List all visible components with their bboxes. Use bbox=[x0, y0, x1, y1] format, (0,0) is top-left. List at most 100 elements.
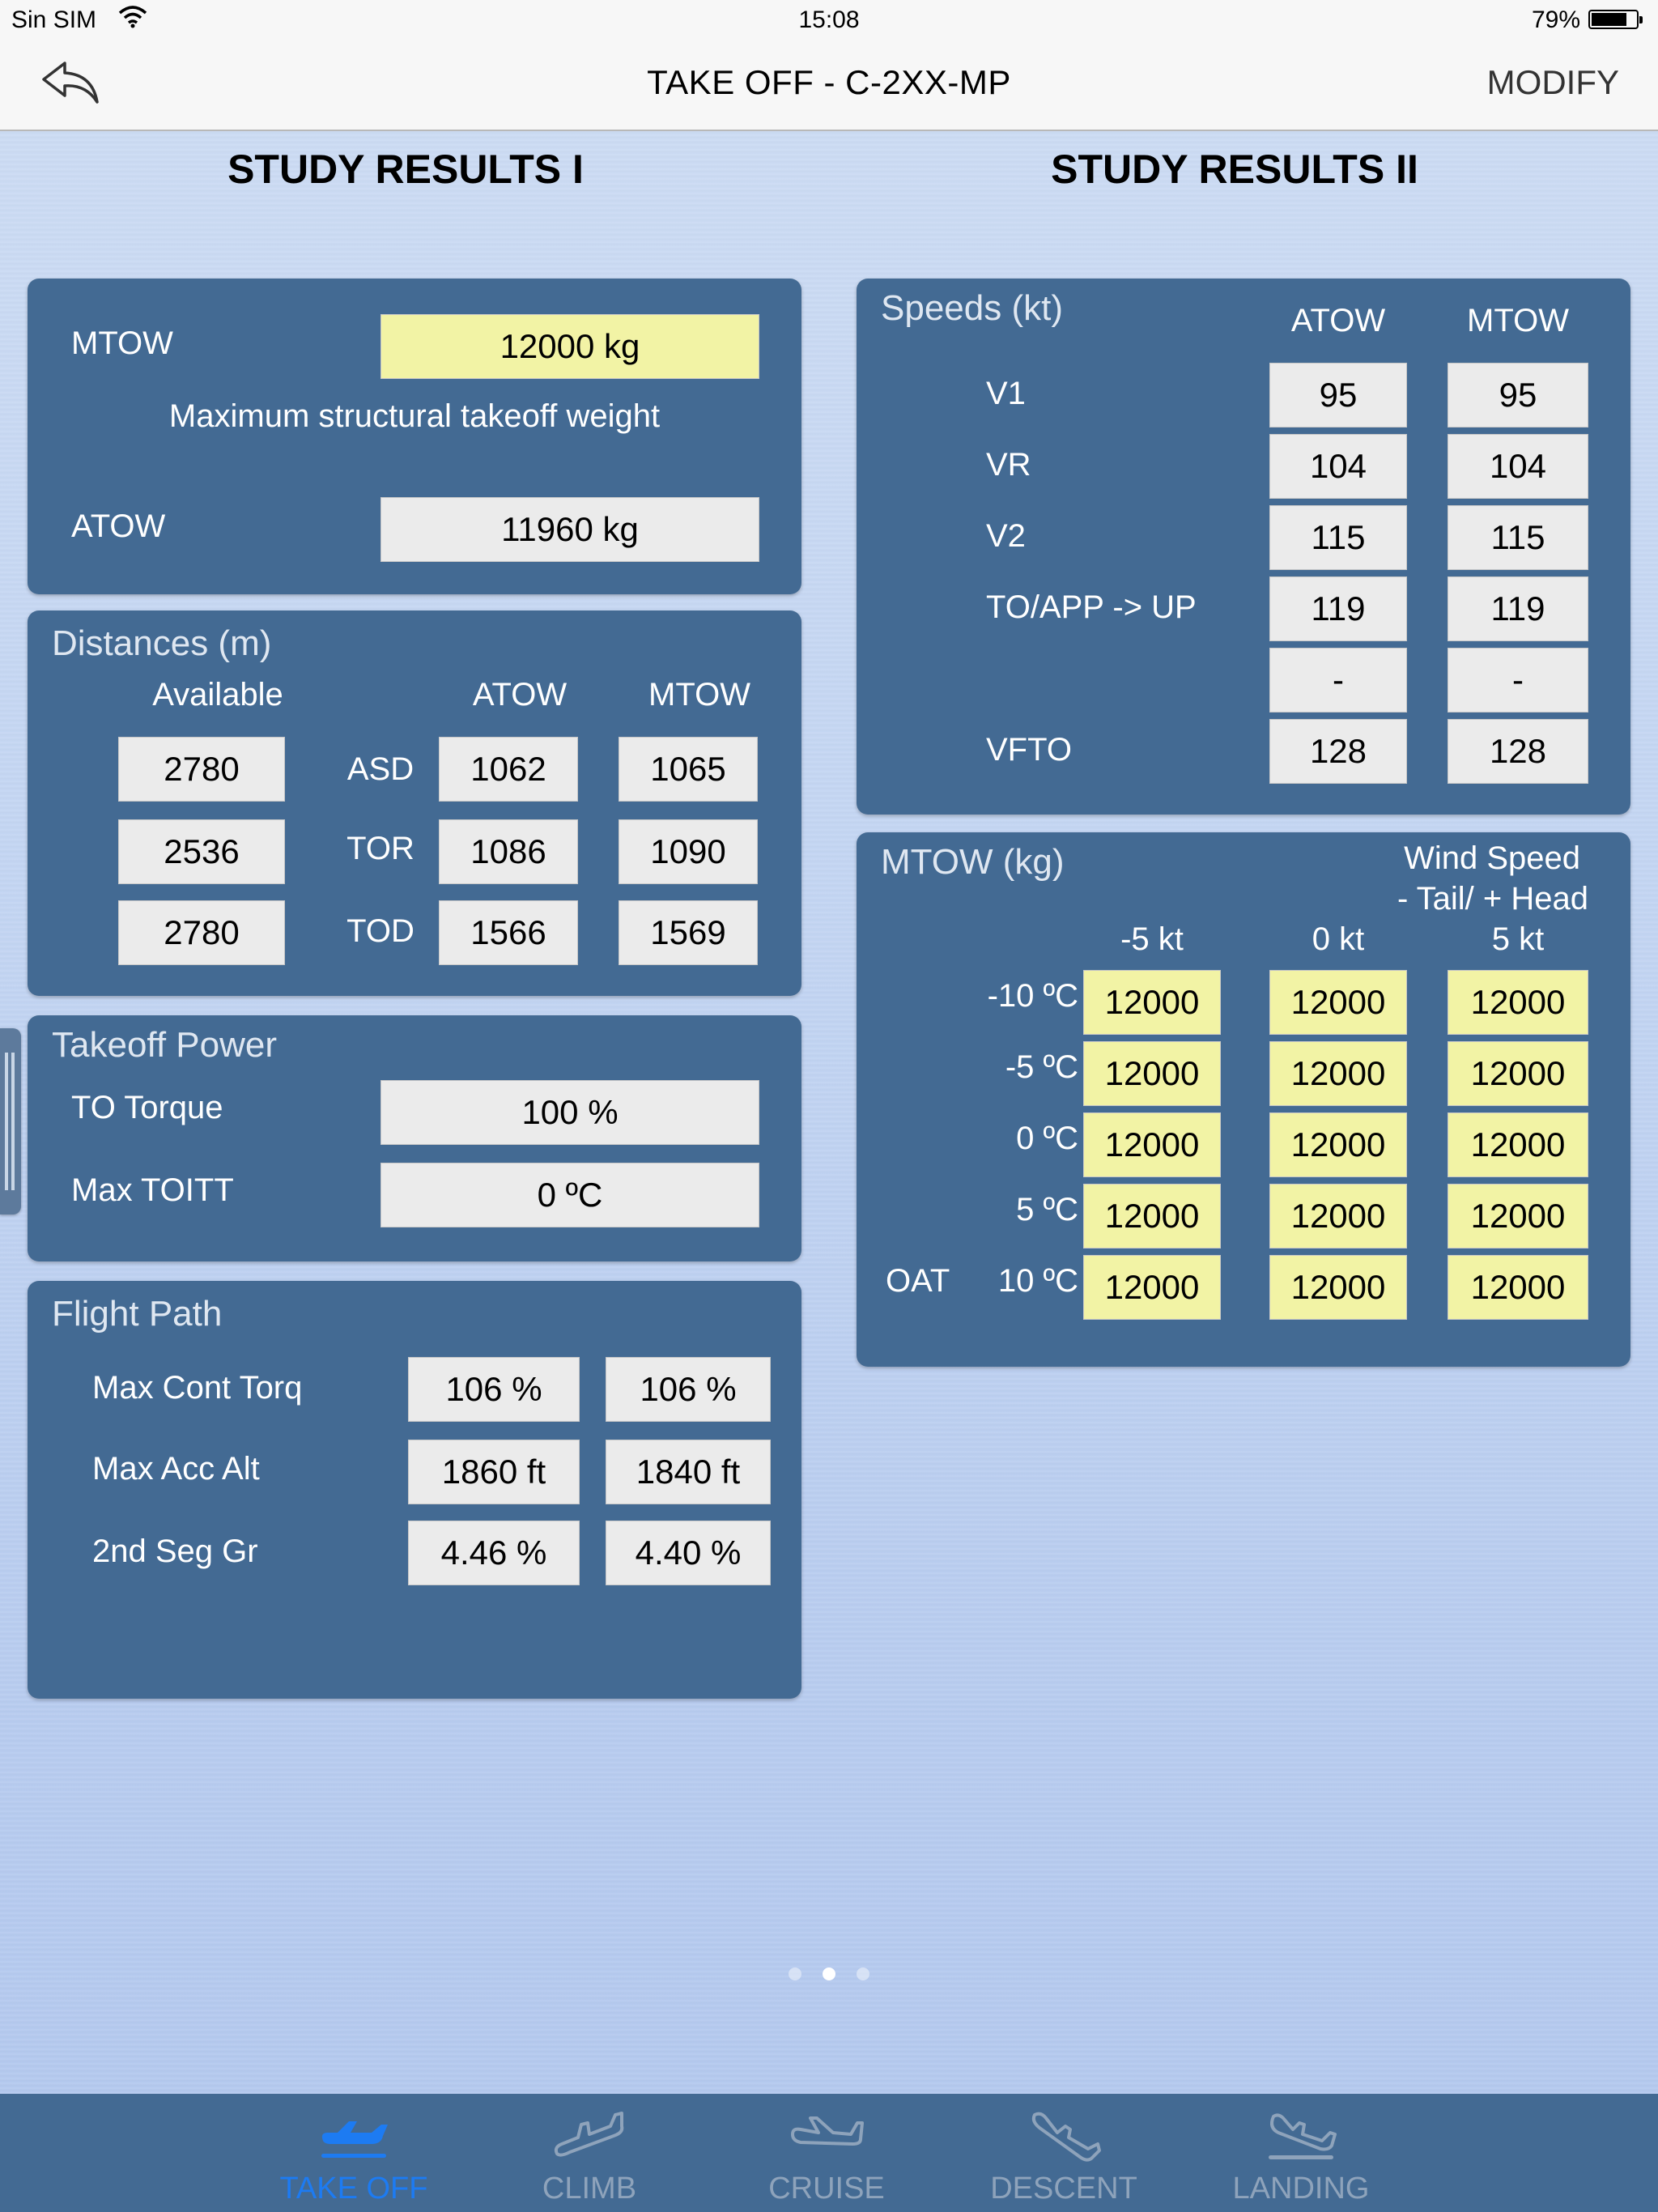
vfto-atow-value: 128 bbox=[1269, 719, 1407, 784]
tab-descent[interactable]: DESCENT bbox=[975, 2094, 1153, 2212]
page-indicator[interactable] bbox=[0, 1967, 1658, 1980]
blank-speed-atow-value: - bbox=[1269, 648, 1407, 713]
distances-panel: Distances (m) Available ATOW MTOW 2780 A… bbox=[28, 610, 801, 996]
max-cont-torq-label: Max Cont Torq bbox=[92, 1370, 303, 1406]
landing-icon bbox=[1269, 2113, 1337, 2159]
tab-label: LANDING bbox=[1232, 2172, 1370, 2206]
page-title: TAKE OFF - C-2XX-MP bbox=[647, 63, 1011, 101]
mtow-cell: 12000 bbox=[1083, 970, 1221, 1035]
clock: 15:08 bbox=[798, 6, 860, 33]
mtow-cell: 12000 bbox=[1269, 1041, 1407, 1106]
takeoff-power-panel: Takeoff Power TO Torque 100 % Max TOITT … bbox=[28, 1015, 801, 1261]
wind-5-header: 5 kt bbox=[1491, 921, 1545, 957]
flight-path-panel: Flight Path Max Cont Torq 106 % 106 % Ma… bbox=[28, 1281, 801, 1699]
mtow-cell: 12000 bbox=[1448, 970, 1588, 1035]
tab-cruise[interactable]: CRUISE bbox=[738, 2094, 916, 2212]
tod-available-value: 2780 bbox=[118, 900, 285, 965]
max-acc-alt-label: Max Acc Alt bbox=[92, 1451, 260, 1487]
mtow-table-title: MTOW (kg) bbox=[881, 842, 1065, 882]
page-dot[interactable] bbox=[857, 1967, 869, 1980]
mtow-cell: 12000 bbox=[1448, 1255, 1588, 1320]
to-app-up-atow-value: 119 bbox=[1269, 576, 1407, 641]
temp-label: -5 ºC bbox=[1005, 1049, 1078, 1085]
tor-available-value: 2536 bbox=[118, 819, 285, 884]
navigation-bar: TAKE OFF - C-2XX-MP MODIFY bbox=[0, 36, 1658, 131]
tab-label: TAKE OFF bbox=[279, 2172, 428, 2206]
mtow-cell: 12000 bbox=[1269, 1112, 1407, 1177]
wind-0-header: 0 kt bbox=[1312, 921, 1365, 957]
mtow-table-panel: MTOW (kg) Wind Speed - Tail/ + Head -5 k… bbox=[857, 832, 1630, 1367]
speeds-mtow-header: MTOW bbox=[1467, 303, 1569, 338]
mtow-value: 12000 kg bbox=[380, 314, 759, 379]
v1-atow-value: 95 bbox=[1269, 363, 1407, 428]
max-cont-torq-atow-value: 106 % bbox=[408, 1357, 580, 1422]
speeds-atow-header: ATOW bbox=[1290, 303, 1386, 338]
mtow-label: MTOW bbox=[71, 325, 173, 361]
descent-icon bbox=[1031, 2112, 1101, 2162]
mtow-description: Maximum structural takeoff weight bbox=[168, 398, 661, 434]
max-acc-alt-mtow-value: 1840 ft bbox=[606, 1440, 771, 1504]
page-dot[interactable] bbox=[823, 1967, 835, 1980]
flight-path-title: Flight Path bbox=[52, 1294, 223, 1334]
tab-landing[interactable]: LANDING bbox=[1212, 2094, 1390, 2212]
tod-label: TOD bbox=[346, 913, 414, 949]
climb-icon bbox=[554, 2112, 624, 2157]
tab-label: CRUISE bbox=[768, 2172, 885, 2206]
blank-speed-mtow-value: - bbox=[1448, 648, 1588, 713]
tod-atow-value: 1566 bbox=[439, 900, 578, 965]
tab-label: CLIMB bbox=[542, 2172, 637, 2206]
to-torque-value: 100 % bbox=[380, 1080, 759, 1145]
max-cont-torq-mtow-value: 106 % bbox=[606, 1357, 771, 1422]
battery-icon bbox=[1588, 10, 1643, 29]
wind-minus5-header: -5 kt bbox=[1120, 921, 1184, 957]
modify-button[interactable]: MODIFY bbox=[1487, 63, 1619, 102]
mtow-cell: 12000 bbox=[1448, 1112, 1588, 1177]
tod-mtow-value: 1569 bbox=[619, 900, 758, 965]
to-torque-label: TO Torque bbox=[71, 1090, 223, 1125]
oat-label: OAT bbox=[886, 1263, 950, 1299]
to-app-up-label: TO/APP -> UP bbox=[986, 589, 1197, 625]
tor-label: TOR bbox=[346, 831, 414, 866]
study-results-2-title: STUDY RESULTS II bbox=[1051, 147, 1418, 192]
available-header: Available bbox=[152, 677, 283, 713]
tor-atow-value: 1086 bbox=[439, 819, 578, 884]
max-toitt-value: 0 ºC bbox=[380, 1163, 759, 1227]
mtow-cell: 12000 bbox=[1083, 1112, 1221, 1177]
wind-speed-title: Wind Speed bbox=[1404, 840, 1580, 876]
speeds-panel: Speeds (kt) ATOW MTOW V1 95 95 VR 104 10… bbox=[857, 279, 1630, 815]
asd-available-value: 2780 bbox=[118, 737, 285, 802]
vfto-mtow-value: 128 bbox=[1448, 719, 1588, 784]
vr-label: VR bbox=[986, 447, 1031, 483]
side-drawer-handle[interactable] bbox=[0, 1028, 21, 1214]
2nd-seg-gr-atow-value: 4.46 % bbox=[408, 1521, 580, 1585]
vfto-label: VFTO bbox=[986, 732, 1072, 768]
to-app-up-mtow-value: 119 bbox=[1448, 576, 1588, 641]
v1-mtow-value: 95 bbox=[1448, 363, 1588, 428]
status-bar: Sin SIM 15:08 79% bbox=[0, 0, 1658, 36]
mtow-cell: 12000 bbox=[1269, 1184, 1407, 1249]
atow-label: ATOW bbox=[71, 508, 166, 544]
tab-take-off[interactable]: TAKE OFF bbox=[265, 2094, 443, 2212]
study-results-1-title: STUDY RESULTS I bbox=[227, 147, 584, 192]
mtow-cell: 12000 bbox=[1083, 1255, 1221, 1320]
distances-mtow-header: MTOW bbox=[648, 677, 750, 713]
max-toitt-label: Max TOITT bbox=[71, 1172, 234, 1208]
mtow-cell: 12000 bbox=[1269, 970, 1407, 1035]
takeoff-icon bbox=[321, 2121, 388, 2158]
v1-label: V1 bbox=[986, 376, 1026, 411]
tab-climb[interactable]: CLIMB bbox=[500, 2094, 678, 2212]
tab-label: DESCENT bbox=[990, 2172, 1137, 2206]
asd-label: ASD bbox=[346, 751, 414, 787]
2nd-seg-gr-label: 2nd Seg Gr bbox=[92, 1534, 258, 1569]
tor-mtow-value: 1090 bbox=[619, 819, 758, 884]
temp-label: 0 ºC bbox=[1016, 1121, 1078, 1156]
v2-mtow-value: 115 bbox=[1448, 505, 1588, 570]
v2-label: V2 bbox=[986, 518, 1026, 554]
page-dot[interactable] bbox=[789, 1967, 801, 1980]
temp-label: 5 ºC bbox=[1016, 1192, 1078, 1227]
speeds-title: Speeds (kt) bbox=[881, 288, 1063, 328]
vr-mtow-value: 104 bbox=[1448, 434, 1588, 499]
mtow-cell: 12000 bbox=[1083, 1184, 1221, 1249]
max-acc-alt-atow-value: 1860 ft bbox=[408, 1440, 580, 1504]
temp-label: 10 ºC bbox=[997, 1263, 1078, 1299]
